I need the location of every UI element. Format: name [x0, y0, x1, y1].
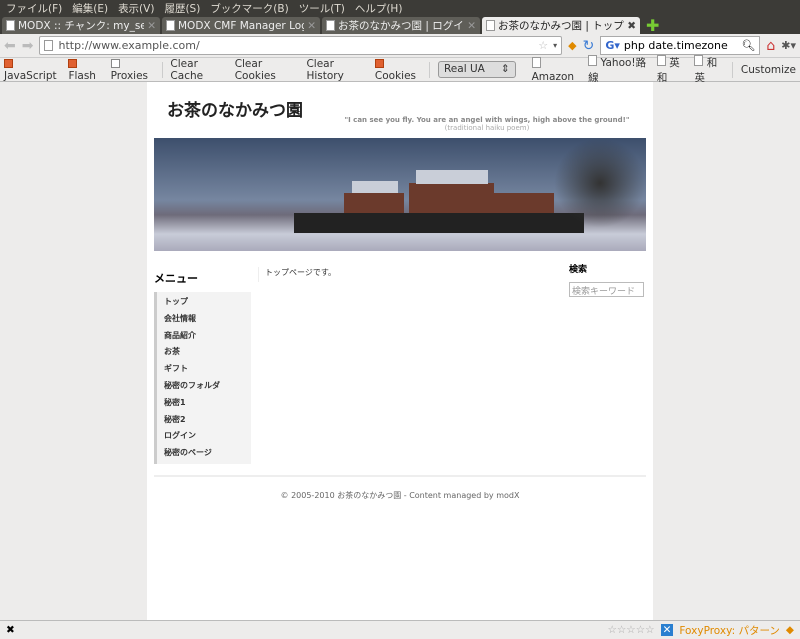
search-text: php date.timezone [623, 39, 728, 52]
menu-item[interactable]: 秘密のページ [157, 445, 251, 462]
page-icon [44, 40, 54, 51]
close-icon[interactable]: ✕ [307, 20, 316, 32]
close-icon[interactable]: ✕ [467, 20, 476, 32]
bookmark-amazon[interactable]: Amazon [531, 56, 581, 83]
tab-label: MODX :: チャンク: my_search [18, 20, 145, 32]
google-icon[interactable]: G▾ [605, 39, 620, 52]
menu-item[interactable]: ログイン [157, 428, 251, 445]
home-icon[interactable]: ⌂ [766, 38, 775, 54]
menu-help[interactable]: ヘルプ(H) [355, 1, 403, 16]
bookmark-waei[interactable]: 和英 [694, 54, 724, 85]
page-icon [486, 20, 495, 31]
banner-image [154, 138, 646, 251]
tab-label: お茶のなかみつ園 | ログイン [338, 20, 465, 32]
user-agent-select[interactable]: Real UA ⇕ [437, 61, 516, 78]
cookies-toggle[interactable]: Cookies [374, 58, 421, 82]
menu-history[interactable]: 履歴(S) [164, 1, 200, 16]
url-bar[interactable]: http://www.example.com/ ☆ ▾ [39, 36, 563, 55]
menu-bookmarks[interactable]: ブックマーク(B) [210, 1, 288, 16]
status-bar: ✖ ☆☆☆☆☆ ✕ FoxyProxy: パターン ◆ [0, 620, 800, 639]
tab-bar: MODX :: チャンク: my_search✕ MODX CMF Manage… [0, 17, 800, 34]
footer: © 2005-2010 お茶のなかみつ園 - Content managed b… [280, 491, 520, 500]
forward-icon[interactable]: ➡ [22, 38, 34, 54]
divider [732, 61, 733, 78]
page-icon [326, 20, 335, 31]
url-text: http://www.example.com/ [58, 39, 200, 52]
extension-icon[interactable]: ✕ [660, 624, 674, 636]
addon-icon[interactable]: ◆ [568, 39, 576, 52]
menu-item[interactable]: ギフト [157, 361, 251, 378]
bookmark-yahoo[interactable]: Yahoo!路線 [588, 54, 649, 85]
tab[interactable]: MODX CMF Manager Login ✕ [162, 17, 320, 34]
menu-item[interactable]: お茶 [157, 344, 251, 361]
site-search-input[interactable]: 検索キーワード [569, 282, 644, 297]
menu-item[interactable]: 秘密1 [157, 395, 251, 412]
menu-tools[interactable]: ツール(T) [299, 1, 345, 16]
dropdown-icon[interactable]: ▾ [553, 41, 557, 50]
side-menu: トップ 会社情報 商品紹介 お茶 ギフト 秘密のフォルダ 秘密1 秘密2 ログイ… [154, 292, 251, 464]
new-tab-icon[interactable]: ✚ [642, 17, 663, 34]
page-icon [166, 20, 175, 31]
reload-icon[interactable]: ↻ [583, 38, 595, 54]
search-heading: 検索 [569, 265, 588, 275]
back-icon[interactable]: ⬅ [4, 38, 16, 54]
close-icon[interactable]: ✖ [627, 20, 636, 32]
menu-bar: ファイル(F) 編集(E) 表示(V) 履歴(S) ブックマーク(B) ツール(… [0, 0, 800, 17]
web-content: お茶のなかみつ園 "I can see you fly. You are an … [0, 82, 800, 620]
javascript-toggle[interactable]: JavaScript [4, 58, 60, 82]
divider [429, 61, 430, 78]
menu-view[interactable]: 表示(V) [118, 1, 154, 16]
bookmark-eiwa[interactable]: 英和 [656, 54, 687, 85]
main-content: トップページです。 [258, 267, 336, 282]
customize-button[interactable]: Customize [741, 64, 796, 76]
web-developer-toolbar: JavaScript Flash Proxies Clear Cache Cle… [0, 54, 800, 85]
tab-label: MODX CMF Manager Login [178, 19, 305, 32]
clear-cache-button[interactable]: Clear Cache [170, 58, 226, 82]
menu-heading: メニュー [154, 272, 198, 285]
close-icon[interactable]: ✖ [6, 624, 15, 636]
menu-item[interactable]: 秘密2 [157, 412, 251, 429]
menu-item[interactable]: トップ [157, 294, 251, 311]
search-icon[interactable]: 🔍︎ [741, 39, 755, 52]
foxyproxy-icon[interactable]: ◆ [786, 624, 794, 636]
site-title[interactable]: お茶のなかみつ園 [167, 96, 303, 121]
menu-edit[interactable]: 編集(E) [72, 1, 108, 16]
close-icon[interactable]: ✕ [147, 20, 156, 32]
menu-item[interactable]: 秘密のフォルダ [157, 378, 251, 395]
tab-label: お茶のなかみつ園 | トップ [498, 20, 624, 32]
page: お茶のなかみつ園 "I can see you fly. You are an … [147, 82, 653, 620]
menu-item[interactable]: 会社情報 [157, 311, 251, 328]
foxyproxy-status[interactable]: FoxyProxy: パターン [679, 623, 780, 638]
clear-cookies-button[interactable]: Clear Cookies [235, 58, 299, 82]
flash-toggle[interactable]: Flash [68, 58, 102, 82]
proxies-toggle[interactable]: Proxies [110, 58, 154, 82]
clear-history-button[interactable]: Clear History [306, 58, 366, 82]
star-icon[interactable]: ☆ [538, 39, 548, 52]
page-icon [6, 20, 15, 31]
menu-file[interactable]: ファイル(F) [6, 1, 62, 16]
menu-item[interactable]: 商品紹介 [157, 328, 251, 345]
search-bar[interactable]: G▾ php date.timezone 🔍︎ [600, 36, 761, 55]
tab-active[interactable]: お茶のなかみつ園 | トップ ✖ [482, 17, 640, 34]
tab[interactable]: MODX :: チャンク: my_search✕ [2, 17, 160, 34]
divider [154, 475, 646, 477]
site-slogan: "I can see you fly. You are an angel wit… [344, 116, 630, 132]
rating-stars[interactable]: ☆☆☆☆☆ [607, 624, 654, 636]
extension-icon[interactable]: ✱▾ [781, 39, 796, 52]
divider [161, 61, 163, 78]
tab[interactable]: お茶のなかみつ園 | ログイン ✕ [322, 17, 480, 34]
